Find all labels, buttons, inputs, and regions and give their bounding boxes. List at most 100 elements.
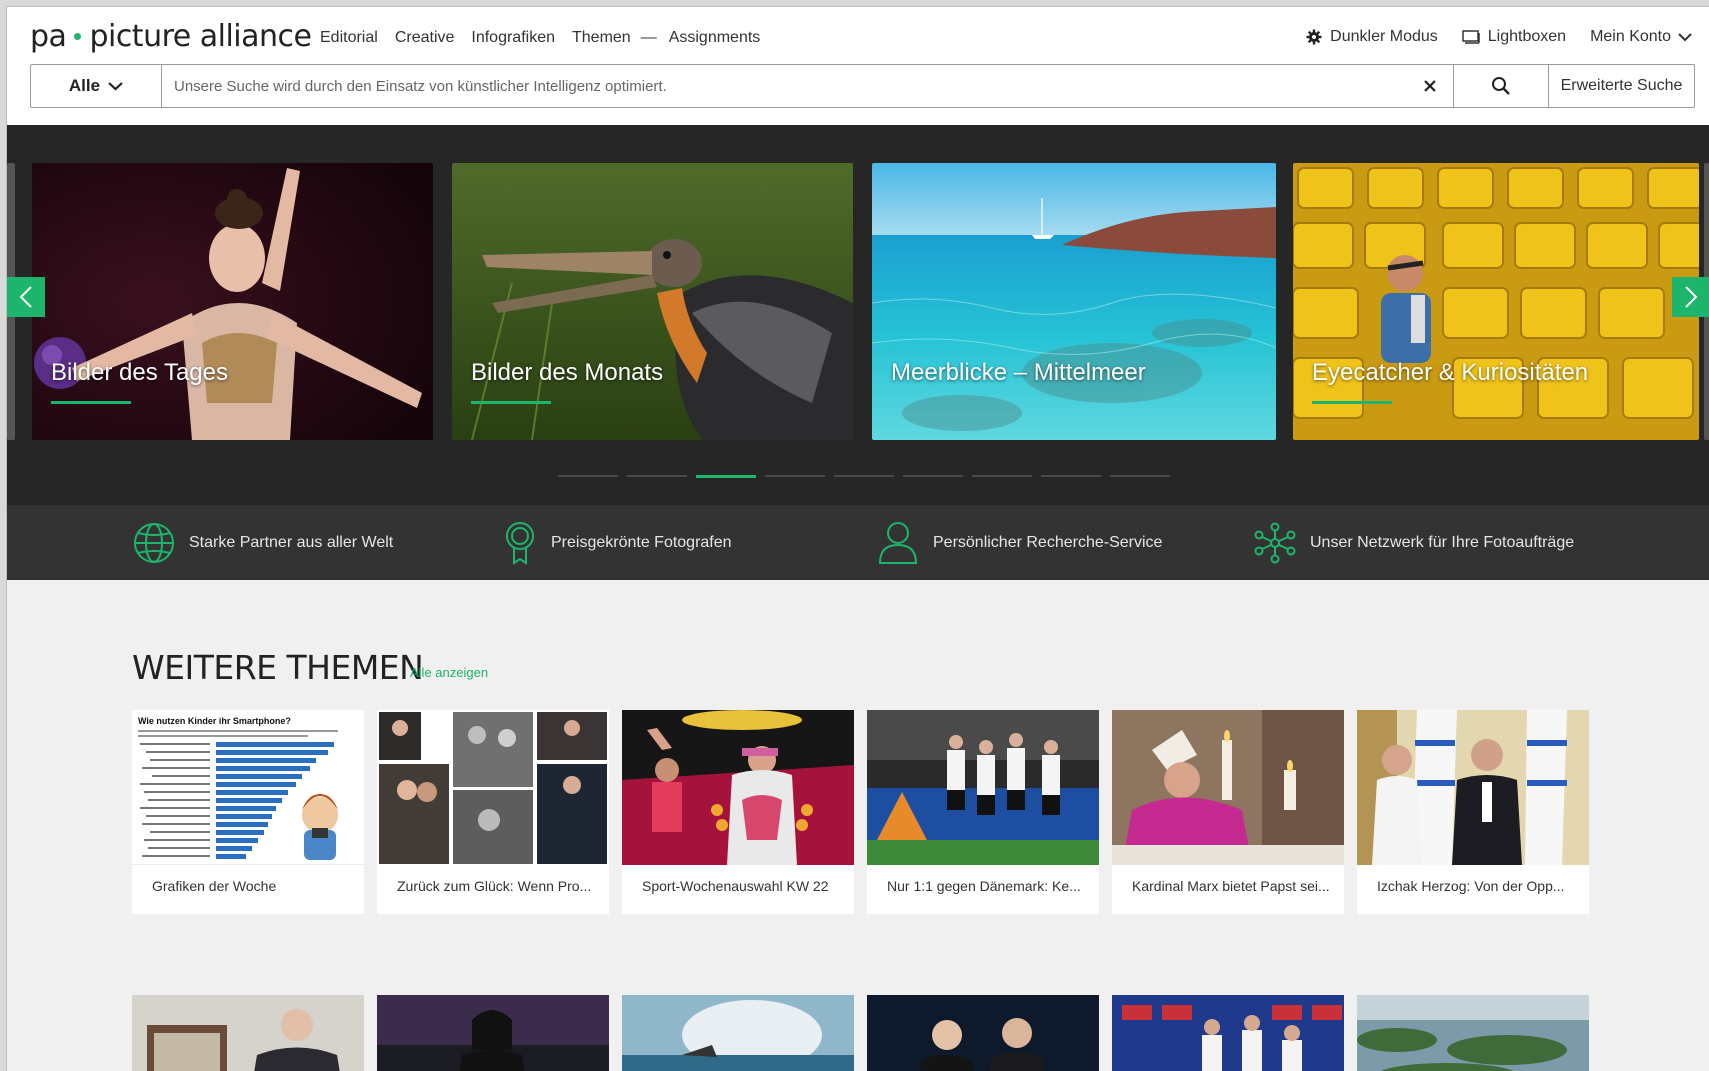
advanced-search-button[interactable]: Erweiterte Suche xyxy=(1549,65,1694,107)
search-button[interactable] xyxy=(1454,65,1549,107)
carousel-page-dot[interactable] xyxy=(696,475,756,478)
chevron-right-icon xyxy=(1685,286,1698,308)
card-image xyxy=(867,995,1099,1071)
person-icon xyxy=(878,521,918,564)
card-caption: Nur 1:1 gegen Dänemark: Ke... xyxy=(887,878,1081,894)
account-menu[interactable]: Mein Konto xyxy=(1590,28,1692,46)
dark-mode-label: Dunkler Modus xyxy=(1330,28,1438,45)
search-icon xyxy=(1492,77,1510,95)
carousel-page-dot[interactable] xyxy=(627,475,687,477)
slide-underline xyxy=(471,401,551,404)
logo-text: picture alliance xyxy=(89,19,312,54)
account-nav: Dunkler Modus Lightboxen Mein Konto xyxy=(1282,28,1692,46)
card-image xyxy=(622,710,854,865)
page: pa picture alliance Editorial Creative I… xyxy=(6,6,1709,1071)
nav-infografiken[interactable]: Infografiken xyxy=(471,29,555,47)
hero-carousel: Bilder des Tages Bilder des Monats Meerb… xyxy=(7,125,1709,505)
slide-image xyxy=(1293,163,1699,440)
nav-separator: — xyxy=(640,29,657,46)
theme-card[interactable] xyxy=(132,995,364,1071)
theme-card[interactable]: Nur 1:1 gegen Dänemark: Ke... xyxy=(867,710,1099,914)
slide-title: Bilder des Monats xyxy=(471,359,664,386)
carousel-page-dot[interactable] xyxy=(972,475,1032,477)
theme-card[interactable] xyxy=(867,995,1099,1071)
sport-image xyxy=(622,710,854,865)
main-nav: Editorial Creative Infografiken Themen —… xyxy=(320,29,777,47)
slide-title: Eyecatcher & Kuriositäten xyxy=(1312,359,1589,386)
card-image xyxy=(132,995,364,1071)
theme-card[interactable]: Kardinal Marx bietet Papst sei... xyxy=(1112,710,1344,914)
feature-strip: Starke Partner aus aller Welt Preisgekrö… xyxy=(7,505,1709,580)
nav-creative[interactable]: Creative xyxy=(395,29,455,47)
search-bar: Alle Erweiterte Suche xyxy=(30,64,1695,108)
logo-dot xyxy=(74,33,82,40)
slide-underline xyxy=(51,401,131,404)
card-image xyxy=(867,710,1099,865)
theme-card[interactable]: Wie nutzen Kinder ihr Smartphone? Grafik… xyxy=(132,710,364,914)
top-navigation: pa picture alliance Editorial Creative I… xyxy=(7,7,1709,63)
carousel-slide[interactable]: Bilder des Monats xyxy=(452,163,853,440)
card-image xyxy=(1112,995,1344,1071)
search-scope-select[interactable]: Alle xyxy=(31,65,162,107)
award-icon xyxy=(506,521,534,565)
carousel-page-dot[interactable] xyxy=(558,475,618,477)
theme-card[interactable]: Sport-Wochenauswahl KW 22 xyxy=(622,710,854,914)
lightboxes-link[interactable]: Lightboxen xyxy=(1462,28,1566,46)
card-caption: Zurück zum Glück: Wenn Pro... xyxy=(397,878,592,894)
theme-card[interactable]: Izchak Herzog: Von der Opp... xyxy=(1357,710,1589,914)
card-caption: Kardinal Marx bietet Papst sei... xyxy=(1132,878,1330,894)
carousel-page-dot[interactable] xyxy=(765,475,825,477)
card-image xyxy=(1357,995,1589,1071)
theme-card[interactable] xyxy=(1357,995,1589,1071)
football-image xyxy=(867,710,1099,865)
theme-card[interactable] xyxy=(622,995,854,1071)
search-input[interactable] xyxy=(162,65,1406,107)
carousel-slide[interactable]: Bilder des Tages xyxy=(32,163,433,440)
nav-assignments[interactable]: Assignments xyxy=(669,29,761,47)
feature-item: Persönlicher Recherche-Service xyxy=(877,521,1162,565)
card-image xyxy=(1357,710,1589,865)
nav-themen[interactable]: Themen xyxy=(572,29,631,47)
logo[interactable]: pa picture alliance xyxy=(30,19,312,54)
carousel-slide[interactable]: Meerblicke – Mittelmeer xyxy=(872,163,1276,440)
slide-underline xyxy=(1312,401,1392,404)
card-caption: Grafiken der Woche xyxy=(152,878,277,894)
card-image xyxy=(1112,710,1344,865)
card-image xyxy=(377,995,609,1071)
carousel-page-dot[interactable] xyxy=(903,475,963,477)
slide-title: Meerblicke – Mittelmeer xyxy=(891,359,1146,386)
slide-image xyxy=(32,163,433,440)
carousel-slide[interactable]: Eyecatcher & Kuriositäten xyxy=(1293,163,1699,440)
account-label: Mein Konto xyxy=(1590,28,1671,45)
logo-pa: pa xyxy=(30,19,67,54)
network-icon xyxy=(1254,522,1296,563)
card-image xyxy=(622,995,854,1071)
carousel-page-dot[interactable] xyxy=(1110,475,1170,477)
carousel-page-dot[interactable] xyxy=(1041,475,1101,477)
nav-editorial[interactable]: Editorial xyxy=(320,29,378,47)
dark-mode-toggle[interactable]: Dunkler Modus xyxy=(1306,28,1438,46)
card-image xyxy=(377,710,609,865)
theme-card[interactable] xyxy=(377,995,609,1071)
theme-card[interactable] xyxy=(1112,995,1344,1071)
carousel-page-dot[interactable] xyxy=(834,475,894,477)
collage-image xyxy=(377,710,609,865)
show-all-link[interactable]: Alle anzeigen xyxy=(410,665,488,680)
section-heading: WEITERE THEMEN xyxy=(132,648,424,687)
globe-icon xyxy=(134,522,174,563)
feature-label: Unser Netzwerk für Ihre Fotoaufträge xyxy=(1310,533,1575,551)
feature-item: Starke Partner aus aller Welt xyxy=(133,522,393,564)
gear-icon xyxy=(1306,29,1322,45)
carousel-prev-button[interactable] xyxy=(7,277,45,317)
theme-card[interactable]: Zurück zum Glück: Wenn Pro... xyxy=(377,710,609,914)
carousel-next-button[interactable] xyxy=(1672,277,1709,317)
themes-section: WEITERE THEMEN Alle anzeigen Wie nutzen … xyxy=(7,580,1709,1071)
herzog-image xyxy=(1357,710,1589,865)
feature-label: Starke Partner aus aller Welt xyxy=(189,533,394,551)
chevron-down-icon xyxy=(108,82,123,91)
slide-title: Bilder des Tages xyxy=(51,359,228,386)
lightboxes-label: Lightboxen xyxy=(1487,28,1567,45)
clear-search-button[interactable] xyxy=(1406,65,1454,107)
feature-item: Preisgekrönte Fotografen xyxy=(503,521,732,565)
card-caption: Izchak Herzog: Von der Opp... xyxy=(1377,878,1565,894)
